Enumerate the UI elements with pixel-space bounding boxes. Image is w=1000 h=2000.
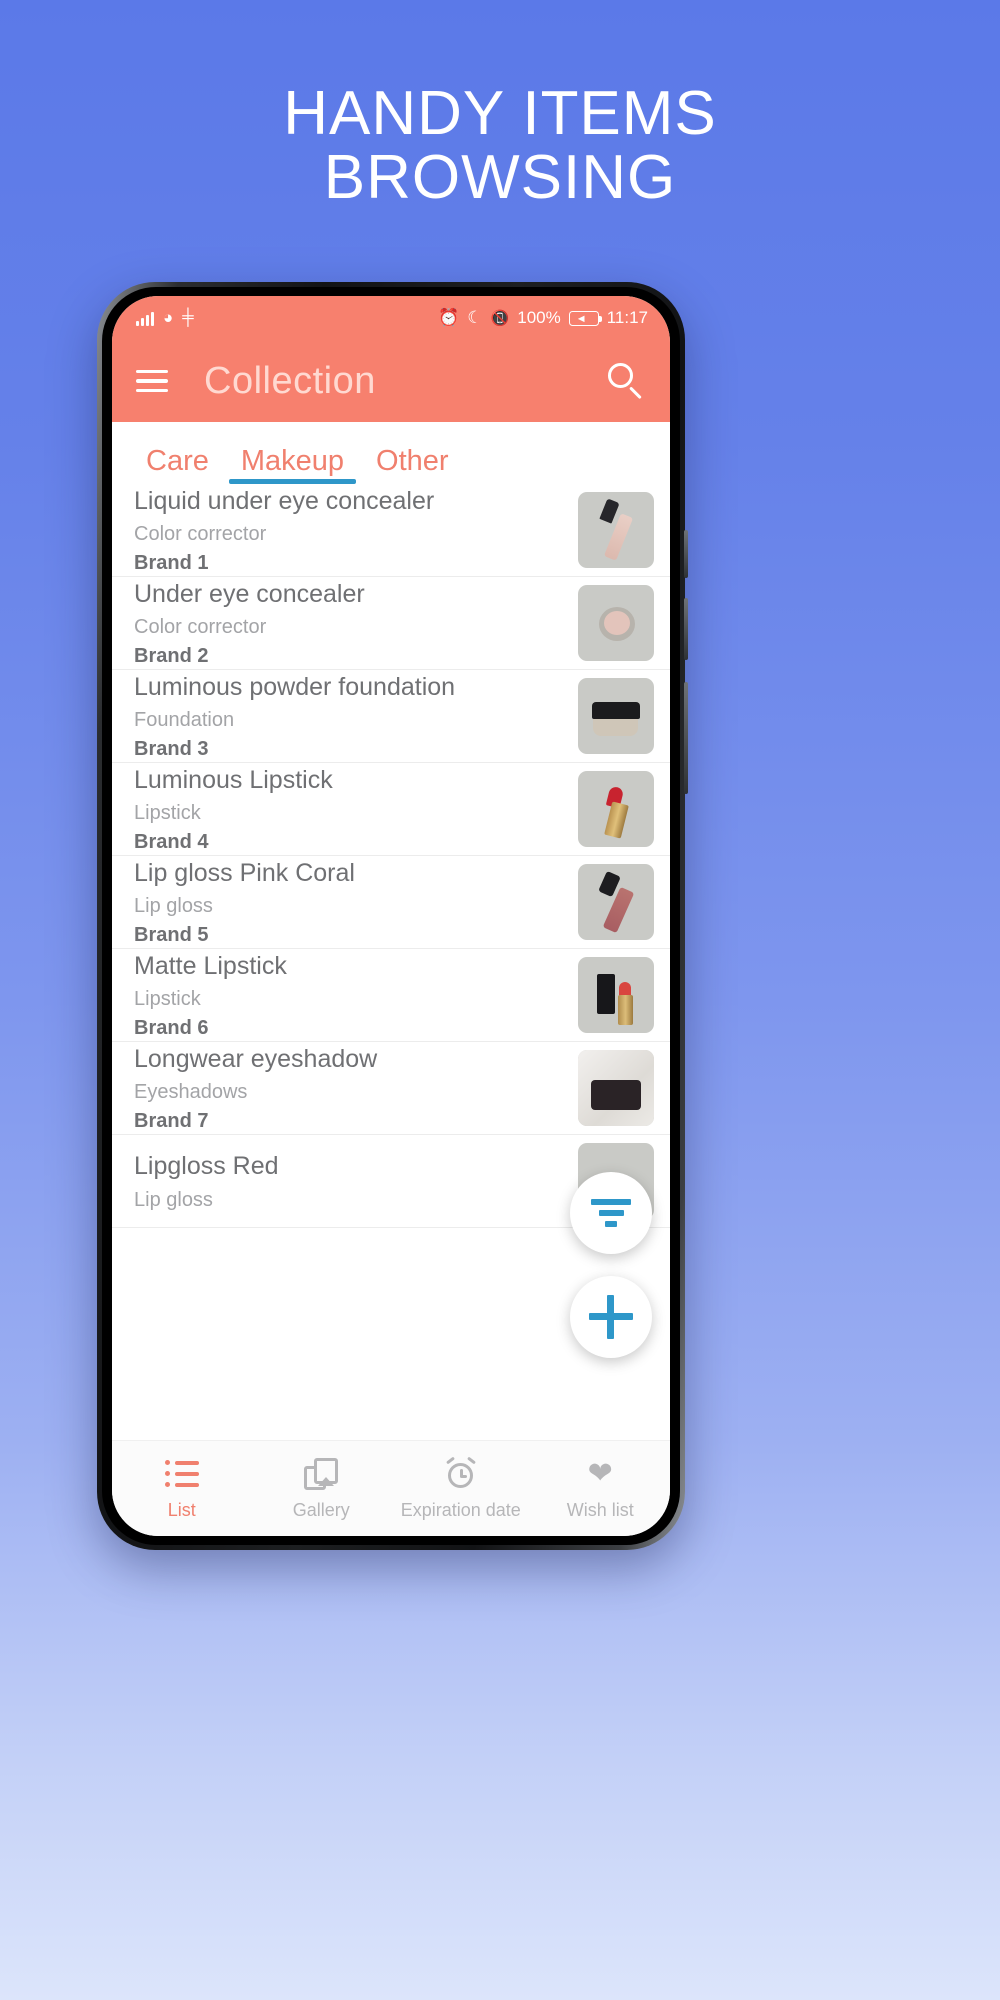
tab-makeup[interactable]: Makeup xyxy=(225,445,360,484)
nav-item-expiration-date-label: Expiration date xyxy=(400,1499,521,1520)
app-bar: Collection xyxy=(112,340,670,422)
phone-bezel: ◕ ╪ ⏰ ☾ 📵 100% ◄ 11:17 Collection Care M… xyxy=(102,287,680,1545)
nav-item-gallery-label: Gallery xyxy=(292,1499,350,1520)
item-category: Lipstick xyxy=(134,802,201,825)
item-brand: Brand 4 xyxy=(134,831,209,854)
page-title: Collection xyxy=(204,359,376,402)
list-item-text: Luminous Lipstick Lipstick Brand 4 xyxy=(134,766,566,853)
list-item-text: Liquid under eye concealer Color correct… xyxy=(134,487,566,574)
item-category: Lip gloss xyxy=(134,895,213,918)
items-list[interactable]: Liquid under eye concealer Color correct… xyxy=(112,484,670,1440)
tab-other-label: Other xyxy=(376,445,449,477)
item-title: Lip gloss Pink Coral xyxy=(134,858,355,887)
tab-other[interactable]: Other xyxy=(360,445,465,484)
item-brand: Brand 7 xyxy=(134,1110,209,1133)
battery-percent-label: 100% xyxy=(517,308,561,327)
list-item-text: Lip gloss Pink Coral Lip gloss Brand 5 xyxy=(134,859,566,946)
item-category: Color corrector xyxy=(134,616,267,639)
nav-item-expiration-date[interactable]: Expiration date xyxy=(391,1456,531,1521)
list-item-text: Longwear eyeshadow Eyeshadows Brand 7 xyxy=(134,1045,566,1132)
item-thumbnail[interactable] xyxy=(578,492,654,568)
item-category: Lipstick xyxy=(134,988,201,1011)
filter-icon xyxy=(591,1199,631,1227)
nfc-icon: ╪ xyxy=(182,309,193,326)
tab-care-label: Care xyxy=(146,445,209,477)
list-item[interactable]: Under eye concealer Color corrector Bran… xyxy=(112,577,670,670)
plus-icon xyxy=(589,1295,633,1339)
item-brand: Brand 6 xyxy=(134,1017,209,1040)
list-item[interactable]: Lip gloss Pink Coral Lip gloss Brand 5 xyxy=(112,856,670,949)
list-item-text: Luminous powder foundation Foundation Br… xyxy=(134,673,566,760)
item-brand: Brand 1 xyxy=(134,552,209,575)
filter-fab-button[interactable] xyxy=(570,1172,652,1254)
tab-care[interactable]: Care xyxy=(130,445,225,484)
item-brand: Brand 2 xyxy=(134,645,209,668)
status-bar: ◕ ╪ ⏰ ☾ 📵 100% ◄ 11:17 xyxy=(112,296,670,340)
moon-icon: ☾ xyxy=(467,308,483,327)
item-brand: Brand 5 xyxy=(134,924,209,947)
item-thumbnail[interactable] xyxy=(578,585,654,661)
nav-item-list-label: List xyxy=(167,1499,196,1520)
bottom-navigation: List Gallery Expiration date ❤ Wish list xyxy=(112,1440,670,1536)
nav-item-wish-list[interactable]: ❤ Wish list xyxy=(531,1457,671,1521)
item-thumbnail[interactable] xyxy=(578,1050,654,1126)
item-category: Color corrector xyxy=(134,523,267,546)
item-title: Luminous Lipstick xyxy=(134,765,333,794)
phone-mockup: ◕ ╪ ⏰ ☾ 📵 100% ◄ 11:17 Collection Care M… xyxy=(97,282,688,1550)
battery-charging-icon: ◄ xyxy=(568,310,602,326)
gallery-icon xyxy=(304,1457,339,1491)
nav-item-list[interactable]: List xyxy=(112,1457,252,1521)
volume-up-button[interactable] xyxy=(684,530,688,578)
vibrate-icon: 📵 xyxy=(490,310,510,327)
heart-icon: ❤ xyxy=(587,1456,613,1490)
item-brand: Brand 3 xyxy=(134,738,209,761)
item-category: Foundation xyxy=(134,709,235,732)
item-title: Liquid under eye concealer xyxy=(134,486,435,515)
alarm-icon: ⏰ xyxy=(438,308,460,327)
promo-headline: HANDY ITEMS BROWSING xyxy=(0,79,1000,213)
alarm-clock-icon xyxy=(445,1456,477,1491)
item-title: Matte Lipstick xyxy=(134,951,287,980)
item-title: Lipgloss Red xyxy=(134,1152,279,1181)
signal-icon xyxy=(136,311,154,326)
volume-down-button[interactable] xyxy=(684,598,688,660)
item-category: Eyeshadows xyxy=(134,1081,248,1104)
list-item[interactable]: Luminous Lipstick Lipstick Brand 4 xyxy=(112,763,670,856)
list-item[interactable]: Matte Lipstick Lipstick Brand 6 xyxy=(112,949,670,1042)
item-thumbnail[interactable] xyxy=(578,771,654,847)
item-title: Luminous powder foundation xyxy=(134,672,456,701)
nav-item-gallery[interactable]: Gallery xyxy=(252,1457,392,1521)
list-item[interactable]: Luminous powder foundation Foundation Br… xyxy=(112,670,670,763)
nav-item-wish-list-label: Wish list xyxy=(566,1499,634,1520)
list-item-text: Lipgloss Red Lip gloss xyxy=(134,1152,566,1210)
headline-line-1: HANDY ITEMS xyxy=(283,79,717,148)
item-thumbnail[interactable] xyxy=(578,864,654,940)
item-title: Under eye concealer xyxy=(134,579,365,608)
item-thumbnail[interactable] xyxy=(578,678,654,754)
hamburger-menu-icon[interactable] xyxy=(136,369,168,393)
category-tabs: Care Makeup Other xyxy=(112,422,670,484)
item-thumbnail[interactable] xyxy=(578,957,654,1033)
clock-label: 11:17 xyxy=(606,308,648,327)
power-button[interactable] xyxy=(684,682,688,794)
list-item[interactable]: Liquid under eye concealer Color correct… xyxy=(112,484,670,577)
add-fab-button[interactable] xyxy=(570,1276,652,1358)
wifi-icon: ◕ xyxy=(163,308,174,327)
list-item-text: Matte Lipstick Lipstick Brand 6 xyxy=(134,952,566,1039)
tab-makeup-label: Makeup xyxy=(240,445,345,477)
list-item-text: Under eye concealer Color corrector Bran… xyxy=(134,580,566,667)
list-icon xyxy=(164,1457,199,1491)
item-title: Longwear eyeshadow xyxy=(134,1044,378,1073)
search-icon[interactable] xyxy=(604,360,646,402)
item-category: Lip gloss xyxy=(134,1188,213,1211)
phone-screen: ◕ ╪ ⏰ ☾ 📵 100% ◄ 11:17 Collection Care M… xyxy=(112,296,670,1536)
headline-line-2: BROWSING xyxy=(323,143,677,213)
list-item[interactable]: Longwear eyeshadow Eyeshadows Brand 7 xyxy=(112,1042,670,1135)
